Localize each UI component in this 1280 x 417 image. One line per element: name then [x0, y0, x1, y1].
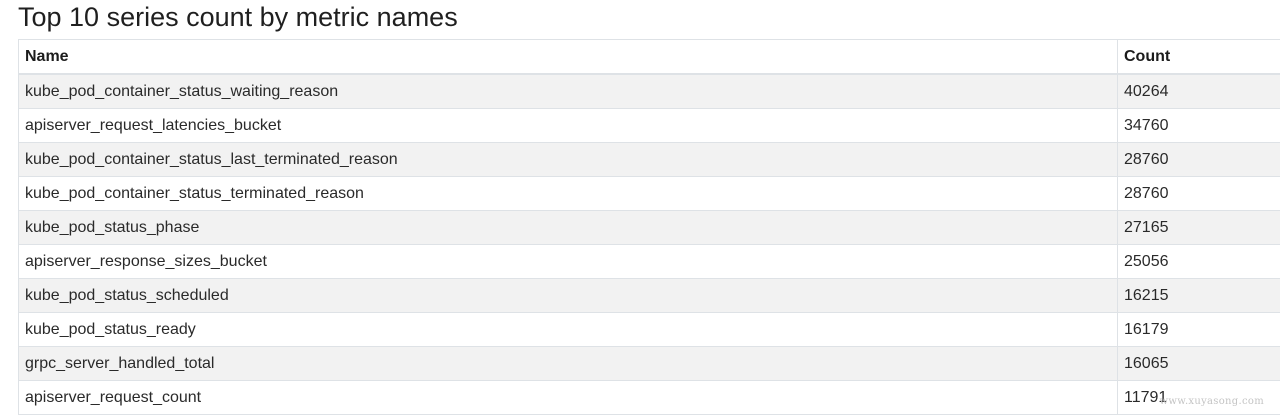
- table-row: kube_pod_container_status_terminated_rea…: [18, 176, 1280, 211]
- series-count-cell: 16065: [1117, 346, 1280, 381]
- table-row: kube_pod_status_scheduled 16215: [18, 278, 1280, 313]
- table-row: kube_pod_container_status_last_terminate…: [18, 142, 1280, 177]
- page-title: Top 10 series count by metric names: [18, 2, 458, 32]
- table-row: apiserver_request_count 11791: [18, 380, 1280, 415]
- column-header-name: Name: [18, 39, 1118, 75]
- table-row: kube_pod_container_status_waiting_reason…: [18, 73, 1280, 109]
- series-count-cell: 28760: [1117, 142, 1280, 177]
- series-count-cell: 16179: [1117, 312, 1280, 347]
- table-row: apiserver_response_sizes_bucket 25056: [18, 244, 1280, 279]
- series-count-table-container: Name Count kube_pod_container_status_wai…: [18, 39, 1280, 415]
- metric-name-cell: apiserver_request_count: [18, 380, 1118, 415]
- table-row: apiserver_request_latencies_bucket 34760: [18, 108, 1280, 143]
- series-count-table: Name Count kube_pod_container_status_wai…: [18, 39, 1280, 415]
- series-count-cell: 40264: [1117, 73, 1280, 109]
- metric-name-cell: apiserver_response_sizes_bucket: [18, 244, 1118, 279]
- series-count-cell: 34760: [1117, 108, 1280, 143]
- table-row: kube_pod_status_phase 27165: [18, 210, 1280, 245]
- table-header-row: Name Count: [18, 39, 1280, 75]
- table-header: Name Count: [18, 39, 1280, 75]
- metric-name-cell: kube_pod_container_status_waiting_reason: [18, 73, 1118, 109]
- metric-name-cell: kube_pod_status_scheduled: [18, 278, 1118, 313]
- metric-name-cell: apiserver_request_latencies_bucket: [18, 108, 1118, 143]
- metric-name-cell: grpc_server_handled_total: [18, 346, 1118, 381]
- metric-name-cell: kube_pod_container_status_terminated_rea…: [18, 176, 1118, 211]
- table-row: kube_pod_status_ready 16179: [18, 312, 1280, 347]
- table-body: kube_pod_container_status_waiting_reason…: [18, 73, 1280, 415]
- series-count-cell: 28760: [1117, 176, 1280, 211]
- metric-name-cell: kube_pod_status_ready: [18, 312, 1118, 347]
- table-row: grpc_server_handled_total 16065: [18, 346, 1280, 381]
- column-header-count: Count: [1117, 39, 1280, 75]
- watermark: www.xuyasong.com: [1159, 396, 1264, 407]
- series-count-cell: 25056: [1117, 244, 1280, 279]
- series-count-cell: 16215: [1117, 278, 1280, 313]
- metric-name-cell: kube_pod_container_status_last_terminate…: [18, 142, 1118, 177]
- series-count-cell: 27165: [1117, 210, 1280, 245]
- metric-name-cell: kube_pod_status_phase: [18, 210, 1118, 245]
